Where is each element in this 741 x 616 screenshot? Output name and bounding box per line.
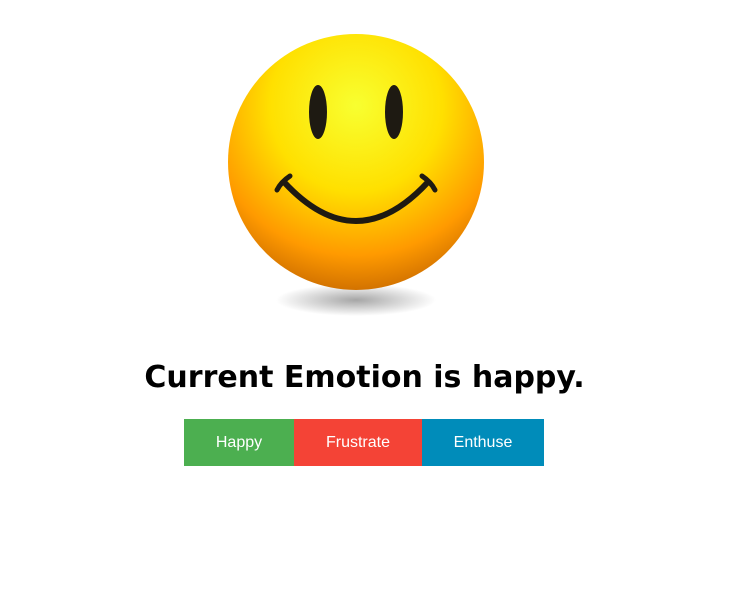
left-eye	[309, 85, 327, 139]
emoji-container	[226, 32, 486, 322]
emotion-button-group: Happy Frustrate Enthuse	[184, 419, 544, 466]
emoji-face	[228, 34, 484, 290]
smiley-face-icon	[228, 34, 484, 316]
enthuse-button[interactable]: Enthuse	[422, 419, 544, 466]
current-emotion-heading: Current Emotion is happy.	[144, 360, 585, 395]
frustrate-button[interactable]: Frustrate	[294, 419, 422, 466]
happy-button[interactable]: Happy	[184, 419, 294, 466]
page: Current Emotion is happy. Happy Frustrat…	[0, 0, 741, 616]
right-eye	[385, 85, 403, 139]
